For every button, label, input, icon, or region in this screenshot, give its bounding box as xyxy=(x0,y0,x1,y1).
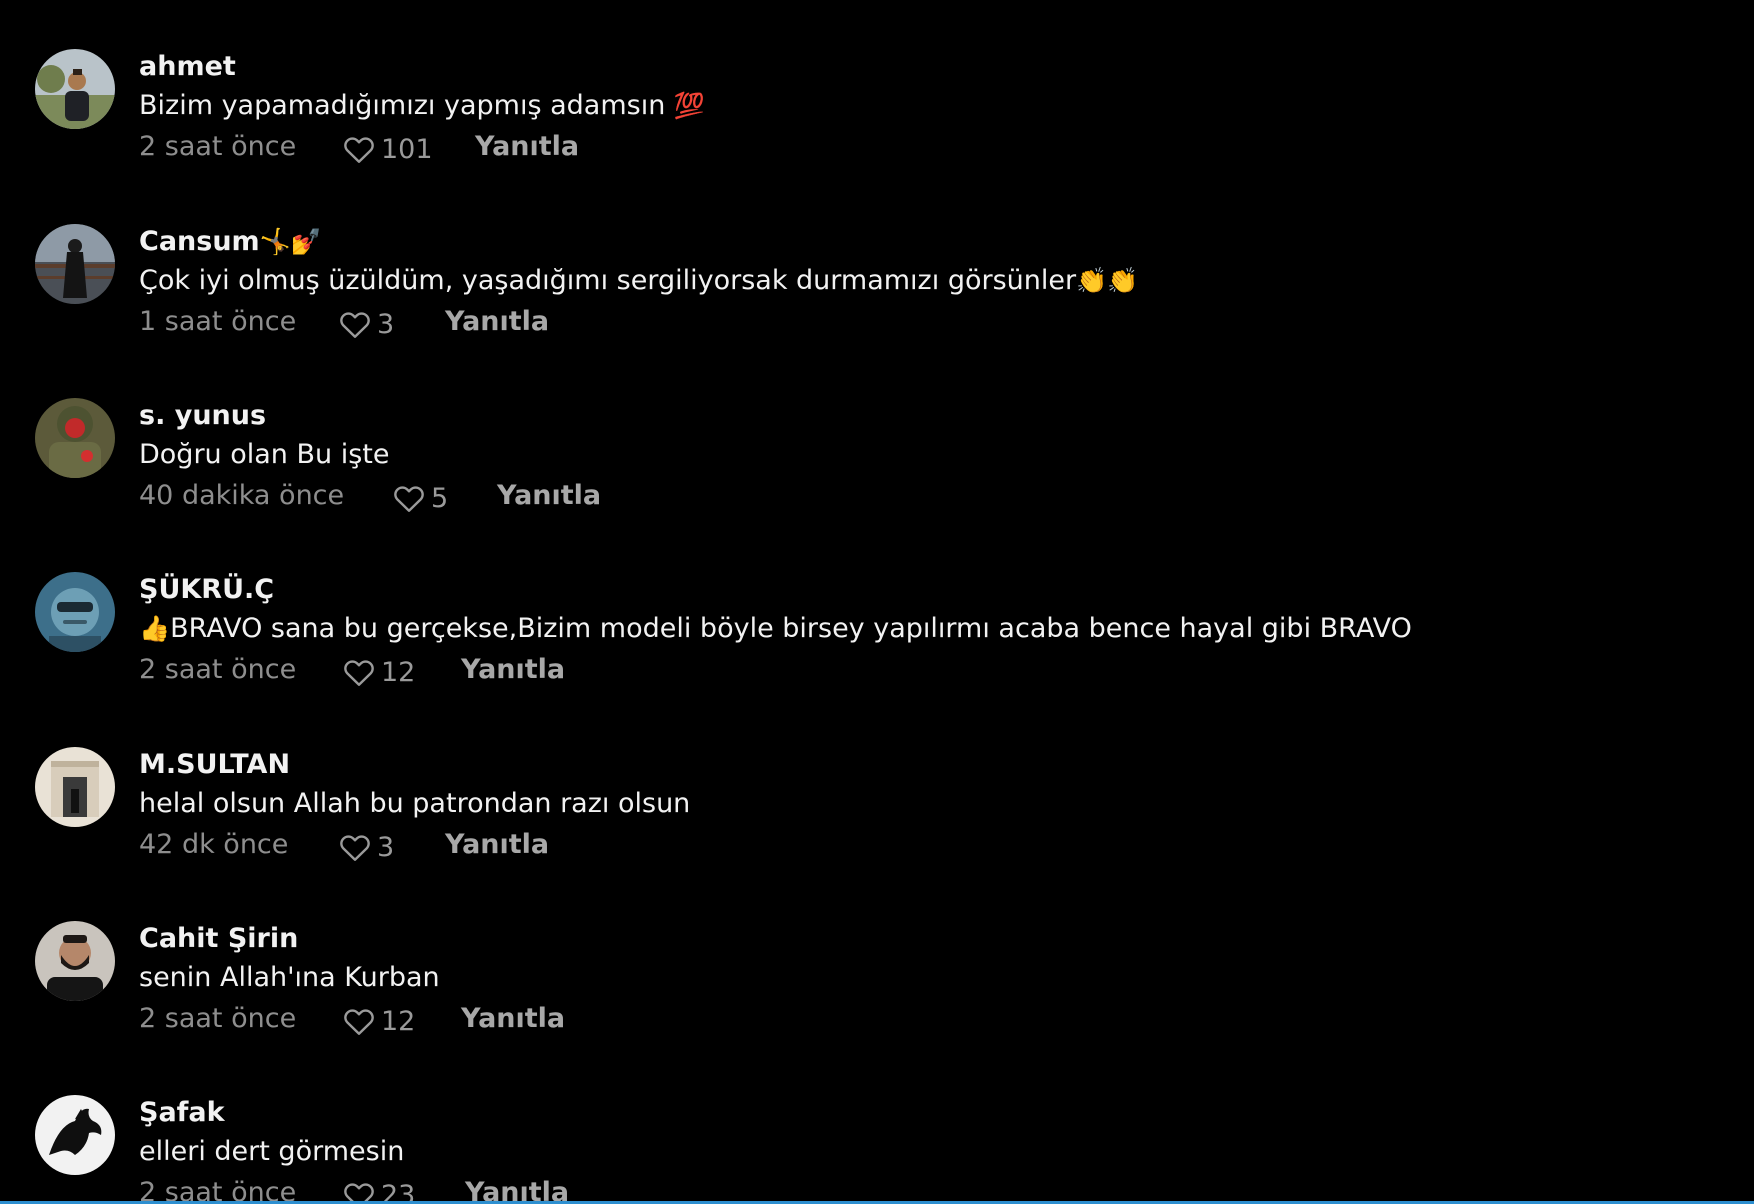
heart-icon xyxy=(344,660,374,686)
comment-username[interactable]: ŞÜKRÜ.Ç xyxy=(139,574,274,605)
soldier-flag-avatar xyxy=(35,398,115,478)
comment-text: 👍BRAVO sana bu gerçekse,Bizim modeli böy… xyxy=(139,613,1412,644)
woman-photo-avatar xyxy=(35,224,115,304)
like-button[interactable]: 12 xyxy=(341,1003,415,1039)
comment-text: senin Allah'ına Kurban xyxy=(139,962,440,993)
building-door-avatar xyxy=(35,747,115,827)
comment-username[interactable]: M.SULTAN xyxy=(139,749,290,780)
comment-item: ŞÜKRÜ.Ç 👍BRAVO sana bu gerçekse,Bizim mo… xyxy=(0,572,1754,722)
comment-text: helal olsun Allah bu patrondan razı olsu… xyxy=(139,788,690,819)
hundred-points-emoji: 💯 xyxy=(673,91,706,120)
comment-username[interactable]: Cahit Şirin xyxy=(139,923,298,954)
reply-button[interactable]: Yanıtla xyxy=(475,131,579,162)
heart-icon xyxy=(344,1183,374,1204)
like-button[interactable]: 3 xyxy=(337,306,394,342)
comment-text-content: elleri dert görmesin xyxy=(139,1136,405,1167)
comment-text-content: senin Allah'ına Kurban xyxy=(139,962,440,993)
comment-username[interactable]: ahmet xyxy=(139,51,236,82)
like-count: 12 xyxy=(381,1005,416,1037)
comment-username[interactable]: Cansum🤸💅 xyxy=(139,226,322,257)
avatar[interactable] xyxy=(35,747,115,827)
comment-time: 40 dakika önce xyxy=(139,480,345,511)
comment-text-content: Çok iyi olmuş üzüldüm, yaşadığımı sergil… xyxy=(139,265,1077,296)
like-count: 3 xyxy=(377,308,395,340)
person-photo-avatar xyxy=(35,49,115,129)
clapping-hands-emoji: 👏👏 xyxy=(1076,266,1139,295)
heart-icon xyxy=(340,312,370,338)
reply-button[interactable]: Yanıtla xyxy=(465,1177,569,1204)
comment-text-content: helal olsun Allah bu patrondan razı olsu… xyxy=(139,788,691,819)
comment-list: ahmet Bizim yapamadığımızı yapmış adamsı… xyxy=(0,0,1754,1204)
like-button[interactable]: 101 xyxy=(341,131,433,167)
reply-button[interactable]: Yanıtla xyxy=(461,1003,565,1034)
like-count: 12 xyxy=(381,656,416,688)
comment-text-content: BRAVO sana bu gerçekse,Bizim modeli böyl… xyxy=(170,613,1412,644)
reply-button[interactable]: Yanıtla xyxy=(461,654,565,685)
comment-time: 2 saat önce xyxy=(139,654,297,685)
comment-text-content: Bizim yapamadığımızı yapmış adamsın xyxy=(139,90,666,121)
reply-button[interactable]: Yanıtla xyxy=(445,829,549,860)
horse-rider-avatar xyxy=(35,1095,115,1175)
username-emoji: 🤸💅 xyxy=(259,227,322,256)
comment-username[interactable]: Şafak xyxy=(139,1097,225,1128)
comment-item: Şafak elleri dert görmesin 2 saat önce 2… xyxy=(0,1095,1754,1204)
heart-icon xyxy=(340,835,370,861)
reply-button[interactable]: Yanıtla xyxy=(497,480,601,511)
like-button[interactable]: 12 xyxy=(341,654,415,690)
avatar[interactable] xyxy=(35,572,115,652)
comment-text: elleri dert görmesin xyxy=(139,1136,404,1167)
like-button[interactable]: 3 xyxy=(337,829,394,865)
comment-time: 2 saat önce xyxy=(139,1177,297,1204)
comment-time: 2 saat önce xyxy=(139,1003,297,1034)
like-button[interactable]: 23 xyxy=(341,1177,415,1204)
avatar[interactable] xyxy=(35,49,115,129)
heart-icon xyxy=(344,137,374,163)
bearded-man-avatar xyxy=(35,921,115,1001)
thumbs-up-emoji: 👍 xyxy=(139,614,171,643)
avatar[interactable] xyxy=(35,398,115,478)
avatar[interactable] xyxy=(35,224,115,304)
man-sunglasses-avatar xyxy=(35,572,115,652)
like-count: 5 xyxy=(431,482,449,514)
comment-text: Doğru olan Bu işte xyxy=(139,439,390,470)
like-button[interactable]: 5 xyxy=(391,480,448,516)
comment-time: 42 dk önce xyxy=(139,829,289,860)
like-count: 101 xyxy=(381,133,433,165)
reply-button[interactable]: Yanıtla xyxy=(445,306,549,337)
heart-icon xyxy=(394,486,424,512)
comment-text: Çok iyi olmuş üzüldüm, yaşadığımı sergil… xyxy=(139,265,1138,296)
comment-time: 1 saat önce xyxy=(139,306,297,337)
comment-text: Bizim yapamadığımızı yapmış adamsın 💯 xyxy=(139,90,705,121)
avatar[interactable] xyxy=(35,921,115,1001)
avatar[interactable] xyxy=(35,1095,115,1175)
heart-icon xyxy=(344,1009,374,1035)
comment-item: Cansum🤸💅 Çok iyi olmuş üzüldüm, yaşadığı… xyxy=(0,224,1754,374)
comment-item: s. yunus Doğru olan Bu işte 40 dakika ön… xyxy=(0,398,1754,548)
comment-item: Cahit Şirin senin Allah'ına Kurban 2 saa… xyxy=(0,921,1754,1071)
comment-username-text: Cansum xyxy=(139,226,260,257)
comment-item: ahmet Bizim yapamadığımızı yapmış adamsı… xyxy=(0,49,1754,199)
comment-username[interactable]: s. yunus xyxy=(139,400,266,431)
like-count: 3 xyxy=(377,831,395,863)
comment-text-content: Doğru olan Bu işte xyxy=(139,439,390,470)
comment-time: 2 saat önce xyxy=(139,131,297,162)
comment-item: M.SULTAN helal olsun Allah bu patrondan … xyxy=(0,747,1754,897)
